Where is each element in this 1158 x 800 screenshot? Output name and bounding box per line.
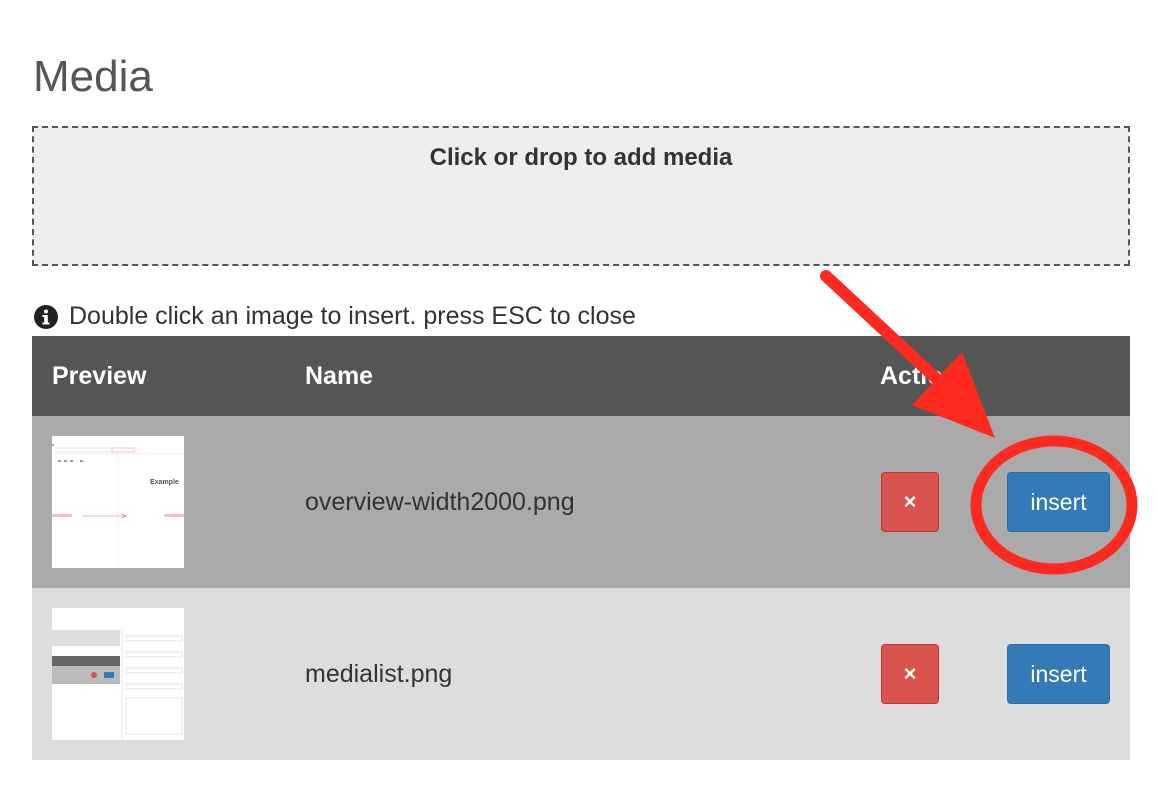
- insert-button[interactable]: insert: [1007, 644, 1110, 704]
- preview-thumbnail[interactable]: [52, 608, 184, 740]
- thumbnail-text: Example: [150, 479, 179, 486]
- hint: Double click an image to insert. press E…: [33, 302, 636, 331]
- insert-button[interactable]: insert: [1007, 472, 1110, 532]
- file-name: medialist.png: [305, 660, 453, 688]
- page-title: Media: [33, 52, 153, 101]
- header-preview: Preview: [52, 362, 147, 390]
- header-action: Action: [880, 362, 958, 390]
- file-name: overview-width2000.png: [305, 488, 575, 516]
- media-table: Preview Name Action Example overview-wid…: [32, 336, 1130, 760]
- delete-button[interactable]: ×: [881, 472, 939, 532]
- thumbnail-image: [52, 608, 184, 740]
- table-row: Example overview-width2000.png × insert: [32, 416, 1130, 588]
- header-name: Name: [305, 362, 374, 390]
- preview-thumbnail[interactable]: Example: [52, 436, 184, 568]
- dropzone-label: Click or drop to add media: [429, 144, 733, 171]
- table-row: medialist.png × insert: [32, 588, 1130, 760]
- hint-text: Double click an image to insert. press E…: [69, 302, 636, 330]
- table-header: Preview Name Action: [32, 336, 1130, 416]
- media-dropzone[interactable]: Click or drop to add media: [32, 126, 1130, 266]
- delete-button[interactable]: ×: [881, 644, 939, 704]
- thumbnail-image: Example: [52, 436, 184, 568]
- info-circle-icon: [34, 304, 58, 329]
